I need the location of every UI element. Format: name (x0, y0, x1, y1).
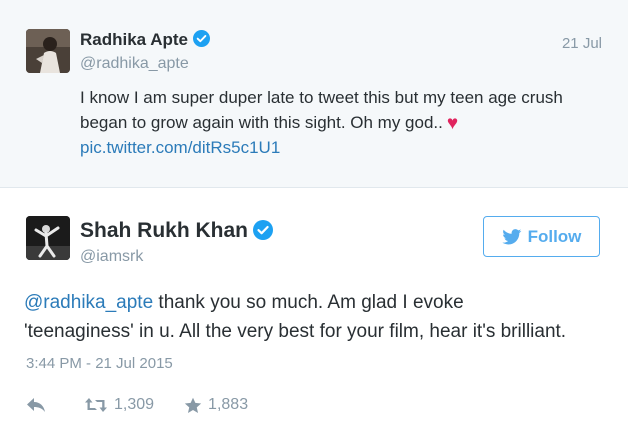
srk-name-text[interactable]: Shah Rukh Khan (80, 219, 248, 242)
verified-badge-icon (193, 30, 211, 47)
tweet-actions: 1,309 1,883 (26, 394, 278, 416)
tweet-timestamp[interactable]: 3:44 PM - 21 Jul 2015 (26, 355, 173, 372)
quoted-tweet-body: I know I am super duper late to tweet th… (80, 88, 563, 132)
main-tweet-text: @radhika_apte thank you so much. Am glad… (24, 288, 614, 346)
radhika-name-text[interactable]: Radhika Apte (80, 30, 188, 49)
retweet-icon (85, 398, 107, 412)
reply-button[interactable] (26, 397, 52, 413)
twitter-bird-icon (501, 228, 521, 244)
srk-handle[interactable]: @iamsrk (80, 248, 143, 266)
tweet-embed-card: Radhika Apte @radhika_apte 21 Jul I know… (0, 0, 628, 440)
quoted-tweet[interactable]: Radhika Apte @radhika_apte 21 Jul I know… (0, 0, 628, 188)
radhika-avatar[interactable] (26, 29, 70, 73)
main-tweet-line1: thank you so much. Am glad I evoke (153, 292, 464, 313)
retweet-button[interactable]: 1,309 (84, 396, 154, 414)
radhika-handle[interactable]: @radhika_apte (80, 55, 189, 73)
follow-button[interactable]: Follow (483, 216, 600, 257)
retweet-count: 1,309 (114, 396, 155, 413)
favorite-button[interactable]: 1,883 (184, 396, 248, 414)
quoted-tweet-date[interactable]: 21 Jul (562, 35, 602, 52)
radhika-name[interactable]: Radhika Apte (80, 30, 211, 50)
quoted-tweet-pic-link[interactable]: pic.twitter.com/ditRs5c1U1 (80, 138, 280, 158)
srk-name[interactable]: Shah Rukh Khan (80, 219, 274, 243)
mention-link[interactable]: @radhika_apte (24, 292, 153, 313)
star-icon (184, 397, 202, 413)
quoted-tweet-text: I know I am super duper late to tweet th… (80, 85, 600, 136)
favorite-count: 1,883 (208, 396, 249, 413)
reply-icon (27, 398, 45, 412)
verified-badge-icon (253, 220, 274, 240)
main-tweet-line2: 'teenaginess' in u. All the very best fo… (24, 321, 567, 342)
srk-avatar[interactable] (26, 216, 70, 260)
follow-label: Follow (527, 226, 582, 246)
heart-emoji-icon: ♥ (446, 113, 459, 134)
